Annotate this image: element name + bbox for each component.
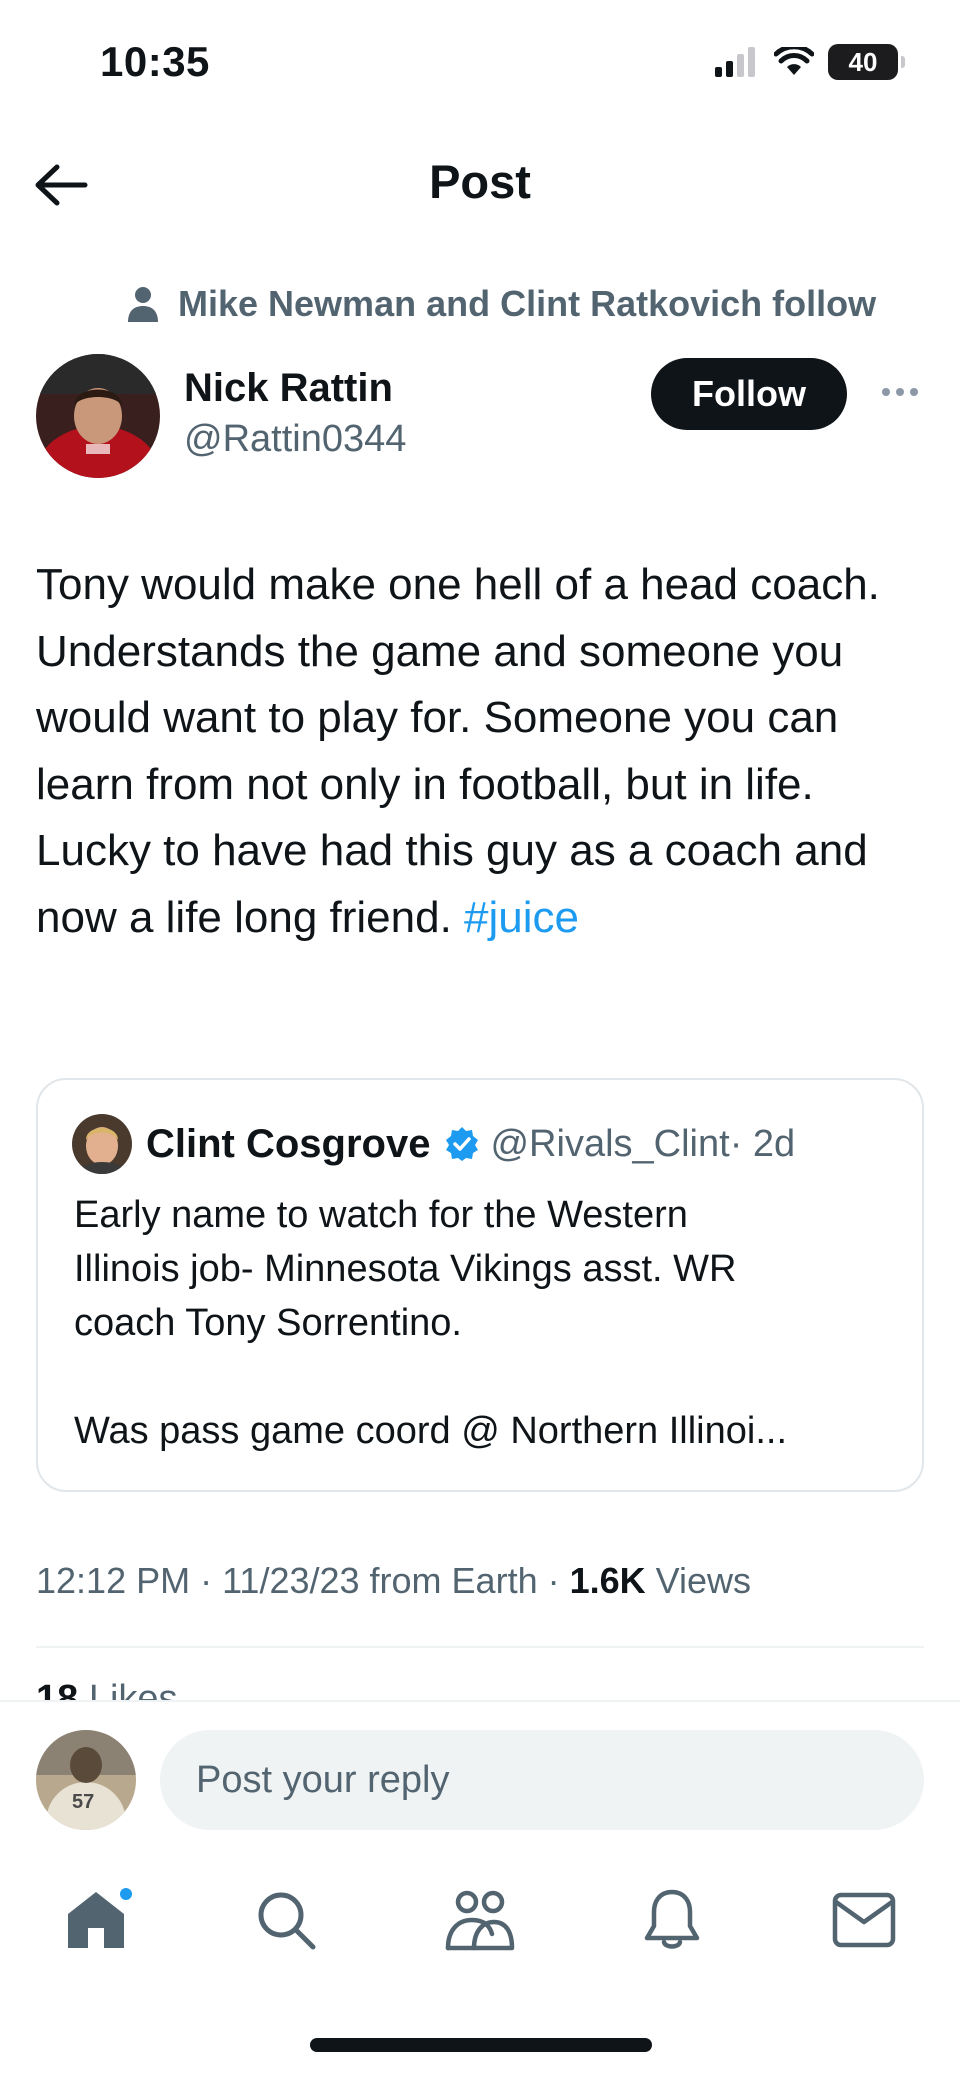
- user-avatar[interactable]: 57: [36, 1730, 136, 1830]
- person-icon: [128, 287, 158, 322]
- post-metadata: 12:12 PM · 11/23/23 from Earth · 1.6K Vi…: [36, 1560, 751, 1602]
- views-label: Views: [645, 1560, 752, 1601]
- post-datetime: 12:12 PM · 11/23/23 from Earth ·: [36, 1560, 570, 1601]
- page-header: Post: [0, 140, 960, 230]
- tab-notifications[interactable]: [622, 1870, 722, 1970]
- quoted-post[interactable]: Clint Cosgrove @Rivals_Clint · 2d Early …: [36, 1078, 924, 1492]
- likes-count[interactable]: 18 Likes: [36, 1674, 178, 1700]
- bell-icon: [644, 1889, 700, 1949]
- quoted-author-avatar: [72, 1114, 132, 1174]
- quoted-line: coach Tony Sorrentino.: [74, 1302, 462, 1344]
- quoted-line: Was pass game coord @ Northern Illinoi..…: [74, 1410, 788, 1452]
- svg-text:57: 57: [72, 1791, 94, 1813]
- quoted-author-name: Clint Cosgrove: [146, 1121, 431, 1166]
- status-time: 10:35: [100, 38, 210, 85]
- more-horizontal-icon: [882, 388, 890, 396]
- tab-home[interactable]: [46, 1870, 146, 1970]
- communities-icon: [445, 1890, 515, 1951]
- bottom-tab-bar: [0, 1860, 960, 1980]
- status-indicators: 40: [714, 44, 905, 80]
- quoted-author-handle: @Rivals_Clint: [490, 1122, 730, 1165]
- verified-badge-icon: [444, 1126, 480, 1162]
- page-title: Post: [429, 155, 531, 208]
- views-count[interactable]: 1.6K: [570, 1560, 646, 1601]
- tab-search[interactable]: [236, 1870, 336, 1970]
- quoted-post-text: Early name to watch for the Western Illi…: [74, 1188, 894, 1458]
- likes-number: 18: [36, 1678, 79, 1700]
- post-text: Tony would make one hell of a head coach…: [36, 552, 916, 951]
- post-author: Nick Rattin @Rattin0344 Follow: [36, 354, 926, 484]
- search-icon: [258, 1892, 316, 1950]
- author-name[interactable]: Nick Rattin: [184, 366, 393, 411]
- quoted-post-header: Clint Cosgrove @Rivals_Clint · 2d: [72, 1114, 795, 1174]
- wifi-icon: [774, 47, 814, 75]
- home-indicator[interactable]: [310, 2038, 652, 2052]
- reply-composer: 57 Post your reply: [0, 1700, 960, 1860]
- likes-label: Likes: [78, 1678, 178, 1700]
- notification-dot: [118, 1886, 134, 1902]
- reply-input[interactable]: Post your reply: [160, 1730, 924, 1830]
- social-context[interactable]: Mike Newman and Clint Ratkovich follow: [126, 283, 876, 325]
- post-body: Tony would make one hell of a head coach…: [36, 560, 880, 942]
- status-bar: 10:35 40: [0, 0, 960, 130]
- tab-messages[interactable]: [814, 1870, 914, 1970]
- quoted-line: [74, 1350, 894, 1404]
- more-options-button[interactable]: [872, 372, 928, 412]
- cellular-signal-icon: [715, 47, 755, 77]
- quoted-line: Illinois job- Minnesota Vikings asst. WR: [74, 1248, 737, 1290]
- follow-button[interactable]: Follow: [651, 358, 847, 430]
- tab-communities[interactable]: [430, 1870, 530, 1970]
- mail-icon: [832, 1892, 896, 1948]
- author-handle[interactable]: @Rattin0344: [184, 418, 406, 461]
- author-avatar[interactable]: [36, 354, 160, 478]
- social-context-text: Mike Newman and Clint Ratkovich follow: [178, 283, 877, 324]
- battery-indicator: 40: [828, 44, 905, 80]
- quoted-post-time: · 2d: [729, 1122, 796, 1165]
- avatar-image: [36, 354, 160, 478]
- hashtag-link[interactable]: #juice: [464, 893, 579, 942]
- quoted-line: Early name to watch for the Western: [74, 1194, 688, 1236]
- divider: [36, 1646, 924, 1648]
